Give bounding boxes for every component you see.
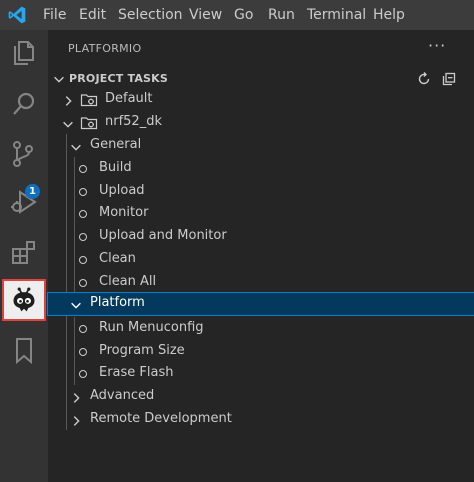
task-label: Monitor: [99, 205, 149, 220]
search-icon[interactable]: [8, 88, 40, 120]
task-circle-icon: [79, 279, 87, 287]
vscode-logo-icon: [8, 6, 26, 24]
menu-help[interactable]: Help: [373, 7, 405, 23]
section-label: PROJECT TASKS: [69, 72, 169, 85]
tree-item-group-remote-development[interactable]: Remote Development: [48, 409, 474, 431]
project-tasks-header[interactable]: PROJECT TASKS: [48, 68, 474, 90]
env-label: nrf52_dk: [105, 114, 162, 129]
bookmark-icon[interactable]: [8, 334, 40, 366]
task-circle-icon: [79, 210, 87, 218]
activity-bar: 1: [0, 30, 48, 482]
platformio-icon[interactable]: [10, 286, 38, 314]
menu-go[interactable]: Go: [234, 7, 253, 23]
explorer-icon[interactable]: [8, 36, 40, 68]
collapse-all-icon[interactable]: [441, 71, 457, 87]
task-circle-icon: [79, 348, 87, 356]
chevron-down-icon: [69, 139, 83, 153]
task-monitor[interactable]: Monitor: [48, 203, 474, 225]
task-build[interactable]: Build: [48, 158, 474, 180]
task-label: Run Menuconfig: [99, 320, 204, 335]
refresh-icon[interactable]: [416, 71, 432, 87]
group-label: Advanced: [90, 388, 155, 403]
env-folder-icon: [80, 117, 98, 130]
task-label: Erase Flash: [99, 365, 174, 380]
title-bar: File Edit Selection View Go Run Terminal…: [0, 0, 474, 30]
menu-file[interactable]: File: [43, 7, 66, 23]
tree-item-group-platform[interactable]: Platform: [47, 292, 474, 316]
group-label: Platform: [90, 295, 145, 310]
task-clean-all[interactable]: Clean All: [48, 272, 474, 294]
chevron-right-icon: [61, 93, 75, 107]
chevron-right-icon: [69, 390, 83, 404]
menu-selection[interactable]: Selection: [118, 7, 183, 23]
task-erase-flash[interactable]: Erase Flash: [48, 363, 474, 385]
menu-view[interactable]: View: [189, 7, 222, 23]
chevron-right-icon: [69, 413, 83, 427]
env-folder-icon: [80, 94, 98, 107]
task-circle-icon: [79, 165, 87, 173]
task-circle-icon: [79, 370, 87, 378]
task-circle-icon: [79, 256, 87, 264]
task-circle-icon: [79, 188, 87, 196]
task-run-menuconfig[interactable]: Run Menuconfig: [48, 318, 474, 340]
task-label: Upload: [99, 183, 145, 198]
tree-item-group-advanced[interactable]: Advanced: [48, 386, 474, 408]
task-upload-and-monitor[interactable]: Upload and Monitor: [48, 226, 474, 248]
platformio-sidebar: PLATFORMIO ··· PROJECT TASKS Default nrf…: [47, 30, 474, 482]
task-upload[interactable]: Upload: [48, 181, 474, 203]
env-label: Default: [105, 91, 153, 106]
chevron-down-icon: [52, 71, 66, 85]
task-label: Clean All: [99, 274, 157, 289]
more-actions-icon[interactable]: ···: [428, 36, 446, 55]
scm-badge: 1: [25, 184, 40, 199]
task-label: Clean: [99, 251, 136, 266]
menu-edit[interactable]: Edit: [79, 7, 106, 23]
task-circle-icon: [79, 325, 87, 333]
extensions-icon[interactable]: [8, 236, 40, 268]
group-label: General: [90, 137, 142, 152]
source-control-icon[interactable]: [8, 138, 40, 170]
tree-item-env-nrf52-dk[interactable]: nrf52_dk: [48, 112, 474, 134]
chevron-down-icon: [69, 297, 83, 311]
group-label: Remote Development: [90, 411, 232, 426]
chevron-down-icon: [61, 116, 75, 130]
tree-item-group-general[interactable]: General: [48, 135, 474, 157]
tree-item-env-default[interactable]: Default: [48, 89, 474, 111]
task-clean[interactable]: Clean: [48, 249, 474, 271]
menu-terminal[interactable]: Terminal: [307, 7, 366, 23]
task-label: Program Size: [99, 343, 185, 358]
task-label: Upload and Monitor: [99, 228, 227, 243]
platformio-icon-highlight[interactable]: [2, 279, 46, 321]
menu-run[interactable]: Run: [268, 7, 295, 23]
task-circle-icon: [79, 233, 87, 241]
task-program-size[interactable]: Program Size: [48, 341, 474, 363]
task-label: Build: [99, 160, 132, 175]
sidebar-title: PLATFORMIO: [68, 42, 142, 55]
